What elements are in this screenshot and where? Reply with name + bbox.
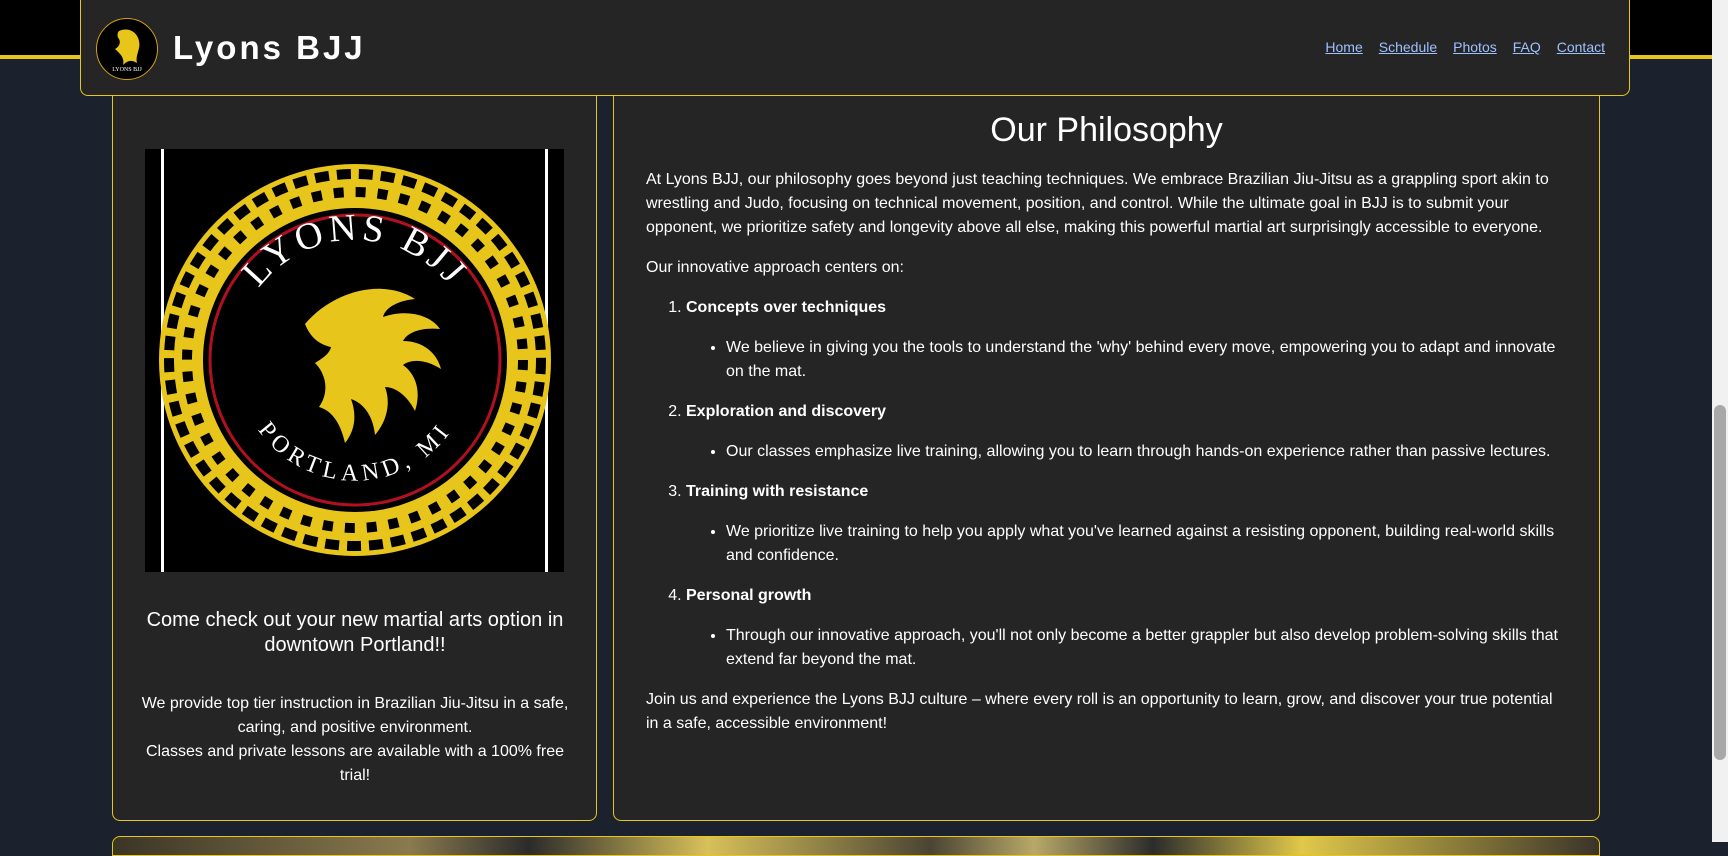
- philosophy-intro: At Lyons BJJ, our philosophy goes beyond…: [646, 171, 1549, 236]
- nav-photos-link[interactable]: Photos: [1453, 39, 1497, 55]
- approach-item: Concepts over techniques We believe in g…: [686, 296, 1568, 384]
- philosophy-title: Our Philosophy: [990, 111, 1223, 149]
- approach-item-detail: Our classes emphasize live training, all…: [726, 440, 1568, 464]
- approach-item: Personal growth Through our innovative a…: [686, 584, 1568, 672]
- lyons-bjj-logo: LYONS BJJ PORTLAND, MI: [145, 149, 564, 572]
- approach-item: Exploration and discovery Our classes em…: [686, 400, 1568, 464]
- philosophy-body: At Lyons BJJ, our philosophy goes beyond…: [646, 168, 1568, 752]
- approach-intro: Our innovative approach centers on:: [646, 259, 904, 276]
- approach-item-title: Personal growth: [686, 587, 812, 604]
- page-scrollbar[interactable]: [1712, 0, 1728, 842]
- site-header: LYONS BJJ Lyons BJJ Home Schedule Photos…: [80, 0, 1630, 96]
- nav-home-link[interactable]: Home: [1325, 39, 1362, 55]
- nav-faq-link[interactable]: FAQ: [1513, 39, 1541, 55]
- approach-list: Concepts over techniques We believe in g…: [646, 296, 1568, 672]
- logo-caption: LYONS BJJ: [112, 67, 142, 73]
- nav-schedule-link[interactable]: Schedule: [1379, 39, 1437, 55]
- nav-contact-link[interactable]: Contact: [1557, 39, 1605, 55]
- approach-item-title: Training with resistance: [686, 483, 869, 500]
- approach-item-detail: We prioritize live training to help you …: [726, 520, 1568, 568]
- site-title: Lyons BJJ: [173, 29, 366, 66]
- description-line-2: Classes and private lessons are availabl…: [145, 743, 564, 784]
- description-line-1: We provide top tier instruction in Brazi…: [141, 695, 569, 736]
- description: We provide top tier instruction in Brazi…: [130, 692, 580, 788]
- approach-item: Training with resistance We prioritize l…: [686, 480, 1568, 568]
- photo-strip: [112, 836, 1600, 856]
- approach-item-detail: We believe in giving you the tools to un…: [726, 336, 1568, 384]
- approach-item-title: Exploration and discovery: [686, 403, 887, 420]
- scrollbar-thumb[interactable]: [1714, 405, 1726, 760]
- main-nav: Home Schedule Photos FAQ Contact: [1325, 39, 1605, 55]
- approach-item-detail: Through our innovative approach, you'll …: [726, 624, 1568, 672]
- tagline: Come check out your new martial arts opt…: [146, 609, 564, 656]
- approach-item-title: Concepts over techniques: [686, 299, 887, 316]
- philosophy-closing: Join us and experience the Lyons BJJ cul…: [646, 691, 1553, 732]
- logo-icon[interactable]: LYONS BJJ: [96, 18, 158, 80]
